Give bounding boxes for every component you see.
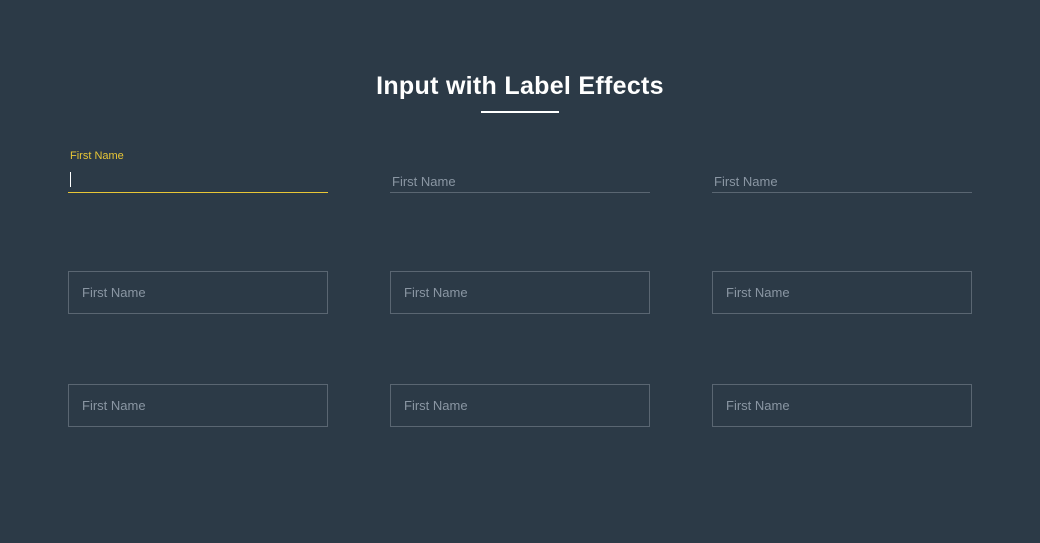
first-name-input-2-2[interactable] [390, 271, 650, 314]
title-underline [481, 111, 559, 113]
first-name-input-3-1[interactable] [68, 384, 328, 427]
input-group-3-3: First Name [712, 384, 972, 427]
first-name-input-3-2[interactable] [390, 384, 650, 427]
page-title: Input with Label Effects [68, 72, 972, 101]
first-name-input-3-3[interactable] [712, 384, 972, 427]
input-group-3-1: First Name [68, 384, 328, 427]
input-group-2-3: First Name [712, 271, 972, 314]
first-name-input-1-1[interactable] [68, 165, 328, 193]
first-name-input-2-3[interactable] [712, 271, 972, 314]
text-cursor [70, 172, 71, 187]
first-name-input-2-1[interactable] [68, 271, 328, 314]
first-name-input-1-3[interactable] [712, 165, 972, 193]
input-group-1-1: First Name [68, 165, 328, 201]
page-title-wrap: Input with Label Effects [68, 72, 972, 113]
row-boxed-inputs-1: First Name First Name First Name [68, 271, 972, 314]
input-group-2-1: First Name [68, 271, 328, 314]
input-group-2-2: First Name [390, 271, 650, 314]
input-group-1-2: First Name [390, 165, 650, 201]
first-name-input-1-2[interactable] [390, 165, 650, 193]
row-underline-inputs: First Name First Name First Name [68, 165, 972, 201]
first-name-label-1-1: First Name [70, 150, 124, 162]
input-group-3-2: First Name [390, 384, 650, 427]
row-boxed-inputs-2: First Name First Name First Name [68, 384, 972, 427]
input-group-1-3: First Name [712, 165, 972, 201]
